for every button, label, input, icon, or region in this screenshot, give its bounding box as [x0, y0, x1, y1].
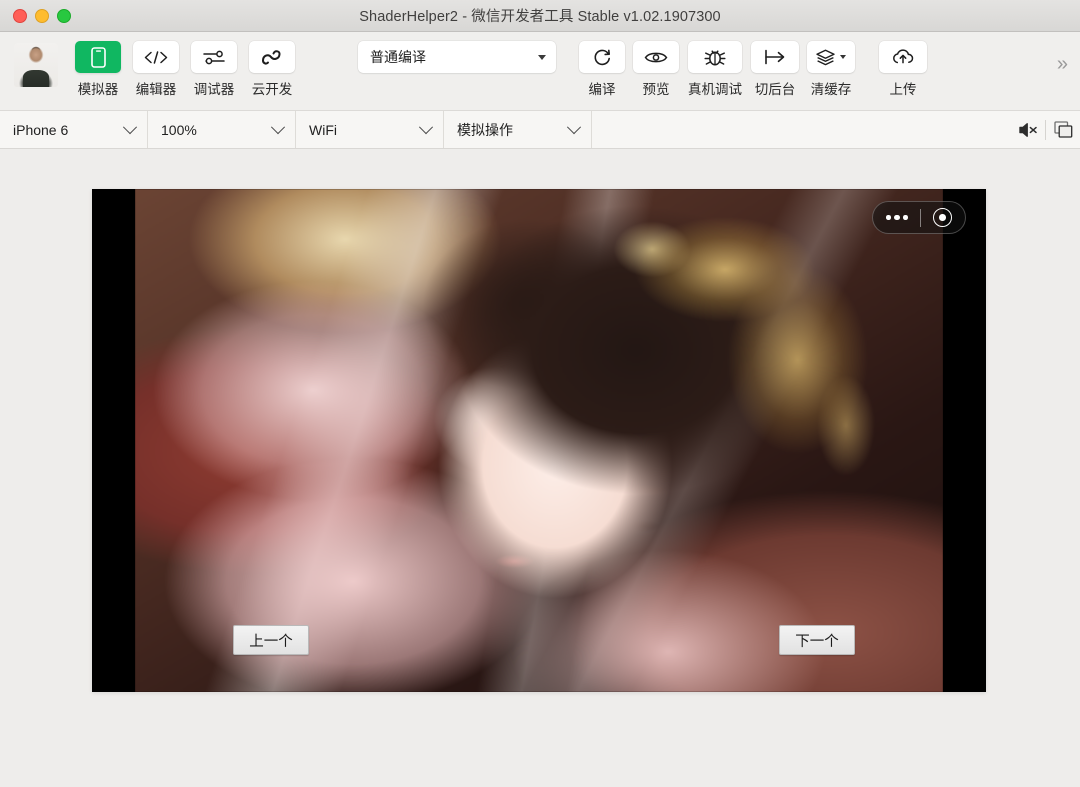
minimize-button[interactable]: [35, 8, 49, 23]
video-player[interactable]: [135, 189, 943, 692]
mode-label-cloud-dev: 云开发: [251, 82, 293, 97]
avatar[interactable]: [14, 43, 58, 87]
compile-mode-value: 普通编译: [370, 49, 426, 65]
title-bar: ShaderHelper2 - 微信开发者工具 Stable v1.02.190…: [0, 0, 1080, 32]
action-button-preview[interactable]: 预览: [632, 41, 680, 98]
action-button-compile[interactable]: 编译: [578, 41, 626, 98]
video-frame-image: [135, 189, 943, 692]
simulator-stage: 上一个 下一个: [0, 149, 1080, 787]
avatar-image: [14, 43, 58, 87]
bug-icon: [688, 41, 742, 73]
action-label-upload: 上传: [889, 82, 917, 97]
network-select-value: WiFi: [309, 121, 337, 138]
action-button-real-device-debug[interactable]: 真机调试: [686, 41, 744, 98]
toolbar-overflow-button[interactable]: »: [1057, 54, 1068, 74]
previous-button[interactable]: 上一个: [233, 625, 309, 655]
background-switch-icon: [751, 41, 799, 73]
mode-button-cloud-dev[interactable]: 云开发: [248, 41, 296, 98]
mode-button-debugger[interactable]: 调试器: [190, 41, 238, 98]
zoom-select[interactable]: 100%: [148, 111, 296, 148]
miniprogram-capsule: [872, 201, 966, 234]
action-button-upload[interactable]: 上传: [878, 41, 928, 98]
action-button-clear-cache[interactable]: 清缓存: [806, 41, 856, 98]
maximize-button[interactable]: [57, 8, 71, 23]
detach-window-button[interactable]: [1046, 111, 1080, 148]
mode-label-editor: 编辑器: [135, 82, 177, 97]
cloud-upload-icon: [879, 41, 927, 73]
capsule-divider: [919, 208, 921, 227]
target-circle-icon[interactable]: [932, 208, 952, 227]
compile-mode-select[interactable]: 普通编译: [358, 41, 556, 73]
action-button-background[interactable]: 切后台: [750, 41, 800, 98]
mute-icon: [1018, 122, 1038, 138]
mode-label-simulator: 模拟器: [77, 82, 119, 97]
action-label-preview: 预览: [642, 82, 670, 97]
chevron-down-icon: [270, 119, 286, 134]
window-title: ShaderHelper2 - 微信开发者工具 Stable v1.02.190…: [359, 9, 721, 25]
simulator-options-bar: iPhone 6 100% WiFi 模拟操作: [0, 111, 1080, 149]
mode-label-debugger: 调试器: [193, 82, 235, 97]
traffic-light-group: [0, 8, 71, 23]
device-select-value: iPhone 6: [13, 121, 69, 138]
chevron-down-icon: [122, 119, 138, 134]
mode-button-simulator[interactable]: 模拟器: [74, 41, 122, 98]
chevron-down-icon: [418, 119, 434, 134]
chevron-down-icon: [840, 55, 846, 59]
compile-mode-block: 普通编译: [358, 41, 556, 73]
simulate-action-value: 模拟操作: [457, 121, 513, 138]
device-select[interactable]: iPhone 6: [0, 111, 148, 148]
sliders-icon: [191, 41, 237, 73]
zoom-select-value: 100%: [161, 121, 197, 138]
mute-button[interactable]: [1011, 111, 1045, 148]
code-icon: [133, 41, 179, 73]
layers-icon: [807, 41, 855, 73]
simulator-device-frame: 上一个 下一个: [92, 189, 986, 692]
action-label-background: 切后台: [754, 82, 796, 97]
main-toolbar: 模拟器 编辑器 调试器 云开发 普通编译 编译 预览 真机调试 切后台 清缓存 …: [0, 32, 1080, 111]
simulate-action-select[interactable]: 模拟操作: [444, 111, 592, 148]
cloud-dev-icon: [249, 41, 295, 73]
eye-icon: [633, 41, 679, 73]
more-dots-icon[interactable]: [886, 214, 908, 221]
action-label-clear-cache: 清缓存: [810, 82, 852, 97]
close-button[interactable]: [13, 8, 27, 23]
simulator-options-right: [1011, 111, 1080, 148]
action-label-compile: 编译: [588, 82, 616, 97]
next-button[interactable]: 下一个: [779, 625, 855, 655]
action-label-real-device-debug: 真机调试: [688, 82, 742, 97]
detach-window-icon: [1053, 121, 1073, 138]
network-select[interactable]: WiFi: [296, 111, 444, 148]
mode-button-editor[interactable]: 编辑器: [132, 41, 180, 98]
action-button-group: 编译 预览 真机调试 切后台 清缓存 上传: [578, 41, 934, 98]
chevron-down-icon: [566, 119, 582, 134]
chevron-down-icon: [538, 54, 546, 60]
app-window: ShaderHelper2 - 微信开发者工具 Stable v1.02.190…: [0, 0, 1080, 787]
mode-button-group: 模拟器 编辑器 调试器 云开发: [74, 41, 306, 98]
phone-icon: [75, 41, 121, 73]
refresh-icon: [579, 41, 625, 73]
